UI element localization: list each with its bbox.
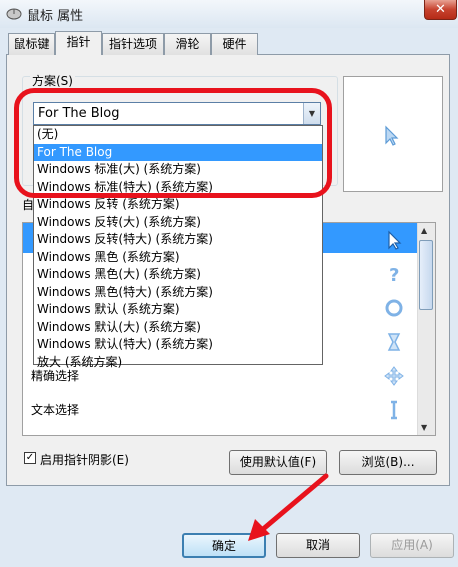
scrollbar-thumb[interactable] [419, 240, 433, 310]
annotation-highlight-box [14, 88, 332, 198]
tab-pointer-options[interactable]: 指针选项 [102, 33, 164, 55]
scheme-option[interactable]: Windows 反转(特大) (系统方案) [34, 231, 322, 249]
scroll-up-icon[interactable]: ▲ [421, 226, 427, 235]
cursor-row-label: 文本选择 [31, 403, 80, 417]
scheme-option[interactable]: Windows 反转 (系统方案) [34, 196, 322, 214]
browse-button[interactable]: 浏览(B)... [339, 450, 437, 475]
tab-buttons[interactable]: 鼠标键 [8, 33, 55, 55]
enable-shadow-label: 启用指针阴影(E) [40, 453, 129, 467]
working-cursor-icon [387, 333, 401, 351]
scheme-option[interactable]: Windows 反转(大) (系统方案) [34, 214, 322, 232]
help-cursor-icon: ? [389, 265, 399, 285]
tab-pointers[interactable]: 指针 [55, 31, 102, 55]
scheme-option[interactable]: Windows 默认 (系统方案) [34, 301, 322, 319]
tab-wheel[interactable]: 滑轮 [164, 33, 211, 55]
text-cursor-icon [391, 400, 397, 420]
scroll-down-icon[interactable]: ▼ [421, 423, 427, 432]
cancel-button[interactable]: 取消 [276, 533, 360, 558]
list-item[interactable]: 文本选择 [23, 393, 417, 427]
scheme-option[interactable]: Windows 黑色(特大) (系统方案) [34, 284, 322, 302]
cursor-preview [343, 76, 443, 192]
svg-text:?: ? [389, 265, 399, 285]
use-default-button[interactable]: 使用默认值(F) [229, 450, 327, 475]
tab-hardware[interactable]: 硬件 [211, 33, 258, 55]
scheme-option[interactable]: Windows 黑色 (系统方案) [34, 249, 322, 267]
scheme-option[interactable]: Windows 黑色(大) (系统方案) [34, 266, 322, 284]
window-title: 鼠标 属性 [27, 9, 84, 24]
busy-cursor-icon [385, 299, 403, 317]
scheme-option[interactable]: Windows 默认(特大) (系统方案) [34, 336, 322, 354]
scheme-label: 方案(S) [30, 72, 75, 89]
arrow-cursor-icon [385, 125, 399, 146]
scheme-option[interactable]: 放大 (系统方案) [34, 354, 322, 372]
apply-button[interactable]: 应用(A) [370, 533, 454, 558]
move-cursor-icon [384, 366, 404, 386]
ok-button[interactable]: 确定 [182, 533, 266, 558]
list-scrollbar[interactable]: ▲ ▼ [417, 223, 435, 435]
scheme-option[interactable]: Windows 默认(大) (系统方案) [34, 319, 322, 337]
enable-shadow-checkbox[interactable]: ✓ [24, 452, 36, 464]
arrow-cursor-icon [388, 230, 402, 250]
close-button[interactable]: ✕ [424, 0, 457, 20]
mouse-icon [6, 8, 22, 20]
title-bar: 鼠标 属性 ✕ [0, 0, 458, 28]
